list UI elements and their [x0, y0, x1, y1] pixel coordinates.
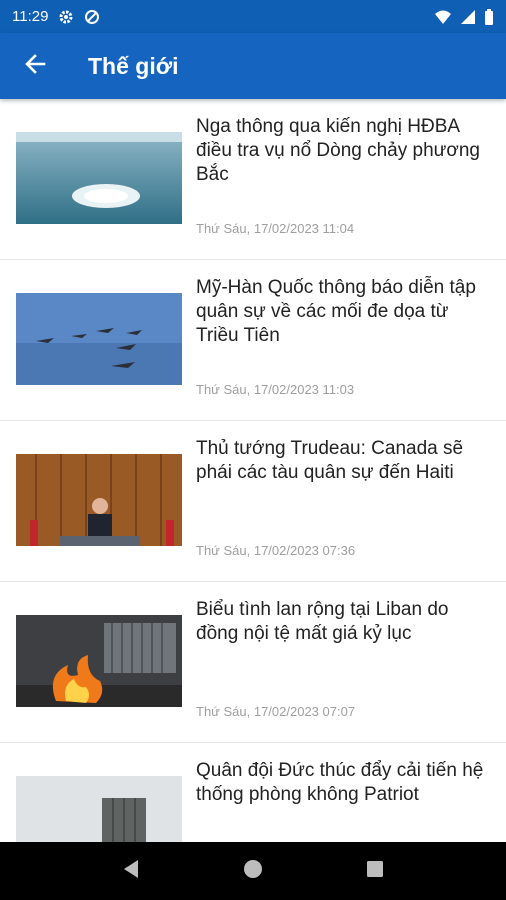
recents-square-icon: [366, 860, 384, 883]
article-list[interactable]: Nga thông qua kiến nghị HĐBA điều tra vụ…: [0, 99, 506, 842]
list-item[interactable]: Thủ tướng Trudeau: Canada sẽ phái các tà…: [0, 421, 506, 582]
article-title[interactable]: Mỹ-Hàn Quốc thông báo diễn tập quân sự v…: [196, 276, 492, 348]
list-item[interactable]: Mỹ-Hàn Quốc thông báo diễn tập quân sự v…: [0, 260, 506, 421]
back-button[interactable]: [0, 33, 70, 99]
nav-home-button[interactable]: [233, 851, 273, 891]
back-triangle-icon: [122, 859, 140, 884]
wifi-icon: [434, 9, 452, 25]
nav-back-button[interactable]: [111, 851, 151, 891]
nav-recents-button[interactable]: [355, 851, 395, 891]
article-date: Thứ Sáu, 17/02/2023 11:04: [196, 221, 355, 236]
status-bar: 11:29: [0, 0, 506, 33]
arrow-left-icon: [24, 53, 46, 80]
article-date: Thứ Sáu, 17/02/2023 11:03: [196, 382, 355, 397]
list-item[interactable]: Nga thông qua kiến nghị HĐBA điều tra vụ…: [0, 99, 506, 260]
page-title: Thế giới: [88, 52, 179, 79]
home-circle-icon: [243, 859, 263, 884]
status-time: 11:29: [12, 8, 49, 25]
signal-icon: [460, 9, 476, 25]
article-title[interactable]: Nga thông qua kiến nghị HĐBA điều tra vụ…: [196, 115, 492, 187]
system-nav-bar: [0, 842, 506, 900]
article-title[interactable]: Thủ tướng Trudeau: Canada sẽ phái các tà…: [196, 437, 492, 485]
list-item[interactable]: Biểu tình lan rộng tại Liban do đồng nội…: [0, 582, 506, 743]
data-saver-icon: [84, 9, 100, 25]
article-thumbnail: [16, 454, 182, 546]
article-date: Thứ Sáu, 17/02/2023 07:36: [196, 543, 356, 558]
list-item[interactable]: Quân đội Đức thúc đẩy cải tiến hệ thống …: [0, 743, 506, 842]
article-thumbnail: [16, 132, 182, 224]
article-title[interactable]: Biểu tình lan rộng tại Liban do đồng nội…: [196, 598, 492, 646]
article-thumbnail: [16, 615, 182, 707]
gear-icon: [58, 9, 74, 25]
article-thumbnail: [16, 776, 182, 842]
battery-icon: [484, 8, 494, 25]
article-thumbnail: [16, 293, 182, 385]
app-bar: Thế giới: [0, 33, 506, 99]
article-title[interactable]: Quân đội Đức thúc đẩy cải tiến hệ thống …: [196, 759, 492, 807]
article-date: Thứ Sáu, 17/02/2023 07:07: [196, 704, 356, 719]
